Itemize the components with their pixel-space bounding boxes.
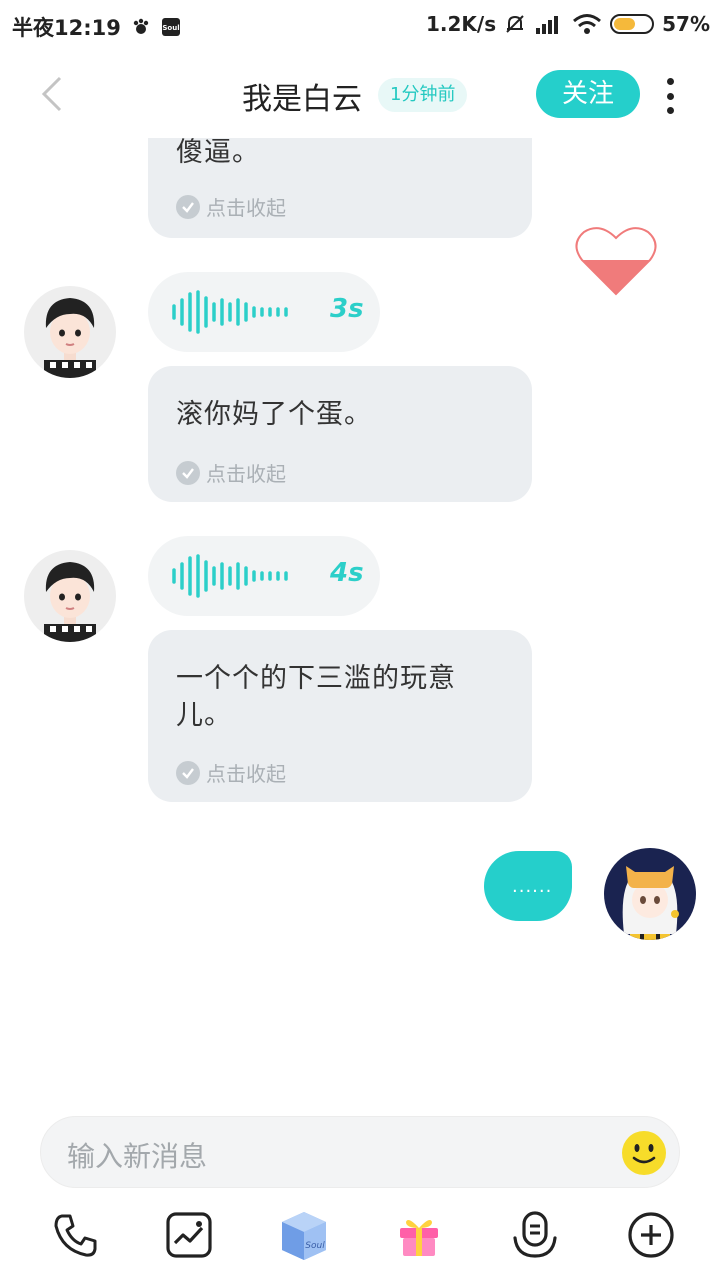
voice-duration: 4s [330, 558, 364, 588]
battery-icon [610, 14, 655, 34]
avatar[interactable] [24, 286, 116, 378]
voice-duration: 3s [330, 294, 364, 324]
back-arrow-icon[interactable] [38, 74, 66, 114]
phone-icon[interactable] [50, 1210, 100, 1260]
image-icon[interactable] [164, 1210, 214, 1260]
soul-box-icon[interactable]: Soul [276, 1206, 332, 1262]
collapse-label: 点击收起 [206, 762, 286, 786]
collapse-label: 点击收起 [206, 196, 286, 220]
mute-bell-icon [506, 15, 524, 33]
gift-icon[interactable] [394, 1210, 444, 1260]
chat-header: 我是白云 1分钟前 关注 [0, 52, 720, 138]
avatar-girl-image [604, 848, 696, 940]
svg-text:Soul: Soul [305, 1241, 325, 1251]
emoji-icon[interactable] [621, 1130, 667, 1176]
voice-mic-icon[interactable] [510, 1210, 560, 1260]
message-bubble[interactable]: 傻逼。 点击收起 [148, 138, 532, 238]
heart-like-icon[interactable] [574, 224, 658, 298]
follow-button[interactable]: 关注 [536, 70, 640, 118]
check-circle-icon [176, 194, 200, 219]
status-time: 半夜12:19 [12, 16, 121, 40]
collapse-toggle[interactable]: 点击收起 [176, 458, 286, 487]
message-text: 滚你妈了个蛋。 [176, 399, 372, 430]
status-bar: 半夜12:19 Soul 1.2K/s 57% [0, 0, 720, 52]
input-placeholder: 输入新消息 [67, 1140, 208, 1173]
soul-app-notification-icon: Soul [161, 18, 180, 36]
last-active-badge: 1分钟前 [378, 78, 468, 112]
svg-text:Soul: Soul [162, 24, 179, 32]
voice-message[interactable]: 3s [148, 272, 380, 352]
collapse-label: 点击收起 [206, 462, 286, 486]
network-speed: 1.2K/s [425, 12, 497, 36]
battery-percent: 57% [662, 12, 710, 36]
more-options-icon[interactable] [660, 78, 680, 114]
message-bubble[interactable]: 一个个的下三滥的玩意儿。 点击收起 [148, 630, 532, 802]
message-bubble[interactable]: 滚你妈了个蛋。 点击收起 [148, 366, 532, 502]
message-input[interactable]: 输入新消息 [40, 1116, 680, 1188]
bottom-toolbar: Soul [0, 1204, 720, 1270]
paw-notification-icon [133, 18, 149, 34]
avatar-boy-image [24, 550, 116, 642]
voice-message[interactable]: 4s [148, 536, 380, 616]
check-circle-icon [176, 760, 200, 785]
plus-circle-icon[interactable] [626, 1210, 676, 1260]
voice-wave-icon [172, 554, 288, 598]
signal-icon [536, 16, 559, 34]
chat-title: 我是白云 [242, 82, 362, 117]
collapse-toggle[interactable]: 点击收起 [176, 192, 286, 221]
message-list[interactable]: 傻逼。 点击收起 3s 滚你妈了个蛋。 点击收起 4s 一个个的下三滥的玩意儿。… [0, 138, 720, 1108]
avatar[interactable] [24, 550, 116, 642]
wifi-icon [573, 14, 602, 34]
message-text: 傻逼。 [176, 138, 260, 168]
collapse-toggle[interactable]: 点击收起 [176, 758, 286, 787]
check-circle-icon [176, 460, 200, 485]
avatar-boy-image [24, 286, 116, 378]
my-message-text: ...... [512, 876, 553, 897]
voice-wave-icon [172, 290, 288, 334]
message-text: 一个个的下三滥的玩意儿。 [176, 663, 456, 731]
my-avatar[interactable] [604, 848, 696, 940]
